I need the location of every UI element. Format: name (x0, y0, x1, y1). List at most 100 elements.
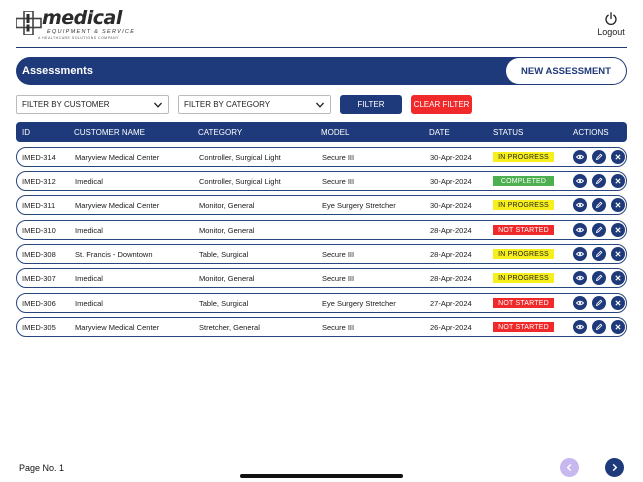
pencil-icon (595, 201, 603, 209)
close-icon (615, 275, 621, 281)
header-divider (16, 47, 627, 48)
close-icon (615, 251, 621, 257)
column-header-model: MODEL (321, 128, 350, 137)
edit-button[interactable] (592, 320, 606, 334)
cell-id: IMED-314 (22, 153, 56, 162)
delete-button[interactable] (611, 174, 625, 188)
column-header-id: ID (22, 128, 30, 137)
eye-icon (576, 227, 584, 233)
status-badge: NOT STARTED (493, 298, 554, 308)
page-number: Page No. 1 (19, 463, 65, 473)
filter-button[interactable]: FILTER (340, 95, 402, 114)
cell-model: Secure III (322, 153, 355, 162)
medical-cross-logo-icon (16, 11, 42, 35)
close-icon (615, 178, 621, 184)
previous-page-button[interactable] (560, 458, 579, 477)
cell-date: 30-Apr-2024 (430, 201, 472, 210)
brand-tagline: EQUIPMENT & SERVICE (47, 29, 136, 35)
delete-button[interactable] (611, 223, 625, 237)
edit-button[interactable] (592, 223, 606, 237)
delete-button[interactable] (611, 198, 625, 212)
view-button[interactable] (573, 296, 587, 310)
delete-button[interactable] (611, 247, 625, 261)
logout-button[interactable]: Logout (596, 12, 626, 37)
cell-id: IMED-312 (22, 177, 56, 186)
view-button[interactable] (573, 223, 587, 237)
filter-by-category-select[interactable]: FILTER BY CATEGORY (178, 95, 331, 114)
pencil-icon (595, 250, 603, 258)
home-indicator (240, 474, 403, 478)
cell-date: 30-Apr-2024 (430, 153, 472, 162)
delete-button[interactable] (611, 320, 625, 334)
cell-customer-name: Maryview Medical Center (75, 323, 160, 332)
edit-button[interactable] (592, 150, 606, 164)
cell-customer-name: Maryview Medical Center (75, 201, 160, 210)
table-row[interactable]: IMED-308 St. Francis - Downtown Table, Sur… (16, 244, 627, 264)
cell-id: IMED-308 (22, 250, 56, 259)
table-row[interactable]: IMED-306 Imedical Table, Surgical Eye Surge… (16, 293, 627, 313)
clear-filter-button[interactable]: CLEAR FILTER (411, 95, 472, 114)
view-button[interactable] (573, 174, 587, 188)
pencil-icon (595, 153, 603, 161)
status-badge: IN PROGRESS (493, 273, 554, 283)
cell-customer-name: Imedical (75, 274, 103, 283)
edit-button[interactable] (592, 198, 606, 212)
status-badge: IN PROGRESS (493, 249, 554, 259)
delete-button[interactable] (611, 296, 625, 310)
pencil-icon (595, 323, 603, 331)
column-header-date: DATE (429, 128, 450, 137)
edit-button[interactable] (592, 296, 606, 310)
view-button[interactable] (573, 198, 587, 212)
next-page-button[interactable] (605, 458, 624, 477)
status-badge: NOT STARTED (493, 322, 554, 332)
cell-model: Secure III (322, 323, 355, 332)
view-button[interactable] (573, 247, 587, 261)
cell-customer-name: Imedical (75, 226, 103, 235)
filter-by-customer-label: FILTER BY CUSTOMER (22, 100, 110, 109)
eye-icon (576, 324, 584, 330)
cell-date: 26-Apr-2024 (430, 323, 472, 332)
cell-customer-name: Imedical (75, 177, 103, 186)
view-button[interactable] (573, 271, 587, 285)
eye-icon (576, 154, 584, 160)
edit-button[interactable] (592, 247, 606, 261)
delete-button[interactable] (611, 271, 625, 285)
cell-date: 28-Apr-2024 (430, 226, 472, 235)
pencil-icon (595, 274, 603, 282)
cell-model: Secure III (322, 274, 355, 283)
view-button[interactable] (573, 320, 587, 334)
eye-icon (576, 300, 584, 306)
view-button[interactable] (573, 150, 587, 164)
cell-category: Monitor, General (199, 274, 255, 283)
cell-date: 27-Apr-2024 (430, 299, 472, 308)
logout-label: Logout (597, 27, 625, 37)
close-icon (615, 227, 621, 233)
cell-date: 30-Apr-2024 (430, 177, 472, 186)
table-row[interactable]: IMED-305 Maryview Medical Center Stretcher… (16, 317, 627, 337)
column-header-status: STATUS (493, 128, 524, 137)
chevron-right-icon (612, 463, 618, 472)
column-header-category: CATEGORY (198, 128, 243, 137)
close-icon (615, 300, 621, 306)
table-row[interactable]: IMED-314 Maryview Medical Center Controlle… (16, 147, 627, 167)
edit-button[interactable] (592, 271, 606, 285)
cell-category: Controller, Surgical Light (199, 153, 281, 162)
eye-icon (576, 251, 584, 257)
table-row[interactable]: IMED-312 Imedical Controller, Surgical Lig… (16, 171, 627, 191)
cell-id: IMED-305 (22, 323, 56, 332)
close-icon (615, 154, 621, 160)
table-row[interactable]: IMED-310 Imedical Monitor, General 28-Apr-2… (16, 220, 627, 240)
cell-id: IMED-311 (22, 201, 56, 210)
cell-customer-name: St. Francis - Downtown (75, 250, 153, 259)
brand-logo: medical EQUIPMENT & SERVICE A HEALTHCARE… (16, 7, 134, 40)
edit-button[interactable] (592, 174, 606, 188)
new-assessment-button[interactable]: NEW ASSESSMENT (506, 58, 626, 84)
power-icon (605, 12, 617, 25)
table-row[interactable]: IMED-307 Imedical Monitor, General Secure I… (16, 268, 627, 288)
eye-icon (576, 202, 584, 208)
delete-button[interactable] (611, 150, 625, 164)
cell-category: Table, Surgical (199, 250, 249, 259)
table-row[interactable]: IMED-311 Maryview Medical Center Monitor, … (16, 195, 627, 215)
cell-date: 28-Apr-2024 (430, 274, 472, 283)
filter-by-customer-select[interactable]: FILTER BY CUSTOMER (16, 95, 169, 114)
